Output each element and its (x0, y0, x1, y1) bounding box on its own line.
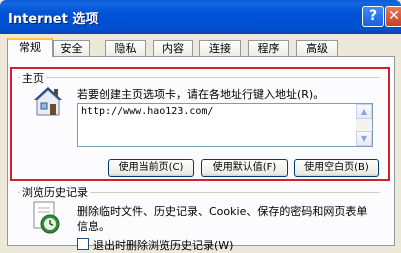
tab-connections[interactable]: 连接 (199, 40, 241, 56)
browsing-history-icon (33, 201, 60, 234)
tab-programs[interactable]: 程序 (248, 40, 289, 56)
use-blank-page-button[interactable]: 使用空白页(B) (294, 159, 379, 177)
help-button[interactable]: ? (362, 6, 384, 27)
scroll-up-arrow-icon[interactable]: ▲ (356, 104, 372, 119)
window-title: Internet 选项 (8, 12, 99, 27)
history-group-label: 浏览历史记录 (20, 184, 90, 200)
history-description: 删除临时文件、历史记录、Cookie、保存的密码和网页表单信息。 (77, 205, 368, 233)
tab-privacy[interactable]: 隐私 (105, 40, 146, 56)
home-page-url-input[interactable]: http://www.hao123.com/ ▲ ▼ (77, 103, 373, 147)
close-button[interactable]: ✕ (385, 6, 401, 27)
url-scrollbar[interactable]: ▲ ▼ (356, 104, 372, 146)
tab-security[interactable]: 安全 (53, 40, 90, 56)
delete-on-exit-label[interactable]: 退出时删除浏览历史记录(W) (93, 237, 233, 253)
home-page-url-text: http://www.hao123.com/ (81, 106, 214, 117)
tab-content[interactable]: 内容 (153, 40, 193, 56)
use-default-button[interactable]: 使用默认值(F) (201, 159, 288, 177)
tab-general[interactable]: 常规 (7, 38, 53, 57)
home-page-icon (34, 87, 62, 116)
home-description: 若要创建主页选项卡，请在各地址行键入地址(R)。 (77, 88, 325, 101)
scroll-down-arrow-icon[interactable]: ▼ (356, 131, 372, 146)
title-bar[interactable]: Internet 选项 ? ✕ (0, 0, 401, 34)
use-current-page-button[interactable]: 使用当前页(C) (108, 159, 194, 177)
tab-advanced[interactable]: 高级 (296, 40, 338, 56)
delete-on-exit-checkbox[interactable] (77, 238, 89, 250)
